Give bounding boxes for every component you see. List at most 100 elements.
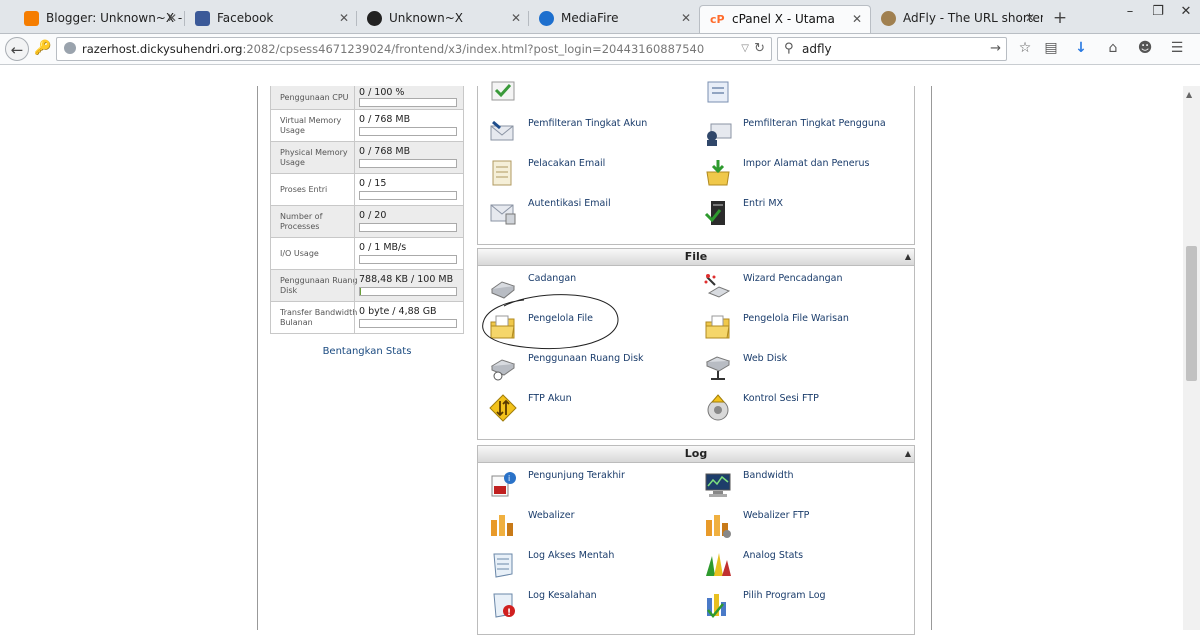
raw-log-icon[interactable] bbox=[488, 550, 518, 580]
bandwidth-monitor-icon[interactable] bbox=[703, 470, 733, 500]
key-icon[interactable]: 🔑 bbox=[34, 40, 51, 56]
close-icon[interactable]: ✕ bbox=[1025, 5, 1035, 32]
menu-icon[interactable]: ☰ bbox=[1168, 40, 1186, 56]
panel-item[interactable]: ! Log Kesalahan bbox=[488, 590, 693, 626]
scrollbar-thumb[interactable] bbox=[1186, 246, 1197, 381]
panel-item[interactable]: FTP Akun bbox=[488, 393, 693, 429]
panel-item[interactable]: Analog Stats bbox=[703, 550, 908, 586]
new-tab-button[interactable]: + bbox=[1050, 5, 1070, 31]
home-icon[interactable]: ⌂ bbox=[1104, 40, 1122, 56]
close-icon[interactable]: ✕ bbox=[511, 5, 521, 32]
reading-list-icon[interactable]: ▤ bbox=[1042, 40, 1060, 56]
panel-item[interactable]: Pilih Program Log bbox=[703, 590, 908, 626]
checkmark-box-icon[interactable] bbox=[488, 78, 518, 108]
panel-item[interactable]: Impor Alamat dan Penerus bbox=[703, 158, 908, 194]
search-go-icon[interactable]: → bbox=[990, 38, 1001, 60]
search-input[interactable]: adfly bbox=[802, 38, 832, 60]
panel-item[interactable]: Kontrol Sesi FTP bbox=[703, 393, 908, 429]
panel-item-label[interactable]: Log Akses Mentah bbox=[528, 550, 614, 561]
tab-cpanel[interactable]: cP cPanel X - Utama ✕ bbox=[699, 5, 871, 33]
minimize-button[interactable]: – bbox=[1116, 1, 1144, 23]
panel-item-label[interactable]: Analog Stats bbox=[743, 550, 803, 561]
panel-item[interactable]: Penggunaan Ruang Disk bbox=[488, 353, 693, 389]
panel-header[interactable]: Log ▲ bbox=[478, 446, 914, 463]
panel-item[interactable]: Entri MX bbox=[703, 198, 908, 234]
panel-item[interactable]: Bandwidth bbox=[703, 470, 908, 506]
panel-item[interactable]: Pelacakan Email bbox=[488, 158, 693, 194]
tab-blogger[interactable]: Blogger: Unknown~X - ... ✕ bbox=[14, 5, 185, 33]
webalizer-icon[interactable] bbox=[488, 510, 518, 540]
mail-filter-icon[interactable] bbox=[488, 118, 518, 148]
tab-adfly[interactable]: AdFly - The URL shorten... ✕ bbox=[871, 5, 1043, 33]
close-icon[interactable]: ✕ bbox=[852, 6, 862, 33]
panel-item-label[interactable]: Bandwidth bbox=[743, 470, 794, 481]
webalizer-ftp-icon[interactable] bbox=[703, 510, 733, 540]
tab-unknown-x[interactable]: Unknown~X ✕ bbox=[357, 5, 529, 33]
panel-item[interactable] bbox=[488, 78, 693, 114]
panel-item-label[interactable]: Autentikasi Email bbox=[528, 198, 611, 209]
collapse-icon[interactable]: ▲ bbox=[905, 249, 911, 265]
panel-item[interactable]: Log Akses Mentah bbox=[488, 550, 693, 586]
panel-item[interactable]: Pengelola File bbox=[488, 313, 693, 349]
close-icon[interactable]: ✕ bbox=[681, 5, 691, 32]
tab-facebook[interactable]: Facebook ✕ bbox=[185, 5, 357, 33]
panel-item[interactable]: Pemfilteran Tingkat Akun bbox=[488, 118, 693, 154]
reload-icon[interactable]: ↻ bbox=[754, 38, 765, 60]
panel-item-label[interactable]: Webalizer bbox=[528, 510, 575, 521]
dropdown-arrow-icon[interactable]: ▽ bbox=[741, 38, 749, 60]
panel-item-label[interactable]: FTP Akun bbox=[528, 393, 572, 404]
import-icon[interactable] bbox=[703, 158, 733, 188]
backup-wizard-icon[interactable] bbox=[703, 273, 733, 303]
panel-item[interactable]: Webalizer FTP bbox=[703, 510, 908, 546]
panel-item-label[interactable]: Pengunjung Terakhir bbox=[528, 470, 625, 481]
panel-item-label[interactable]: Pilih Program Log bbox=[743, 590, 826, 601]
bookmark-star-icon[interactable]: ☆ bbox=[1016, 40, 1034, 56]
panel-item-label[interactable]: Pengelola File bbox=[528, 313, 593, 324]
panel-item-label[interactable]: Penggunaan Ruang Disk bbox=[528, 353, 644, 364]
panel-item[interactable]: Wizard Pencadangan bbox=[703, 273, 908, 309]
restore-button[interactable]: ❐ bbox=[1144, 1, 1172, 23]
back-button[interactable]: ← bbox=[5, 37, 29, 61]
panel-item-label[interactable]: Wizard Pencadangan bbox=[743, 273, 842, 284]
panel-header[interactable]: File ▲ bbox=[478, 249, 914, 266]
expand-stats-link[interactable]: Bentangkan Stats bbox=[270, 346, 464, 357]
user-filter-icon[interactable] bbox=[703, 118, 733, 148]
web-disk-icon[interactable] bbox=[703, 353, 733, 383]
panel-item[interactable]: Webalizer bbox=[488, 510, 693, 546]
chat-icon[interactable]: ☻ bbox=[1136, 40, 1154, 56]
tab-mediafire[interactable]: MediaFire ✕ bbox=[529, 5, 699, 33]
panel-item-label[interactable]: Pelacakan Email bbox=[528, 158, 605, 169]
panel-item-label[interactable]: Pemfilteran Tingkat Pengguna bbox=[743, 118, 886, 129]
panel-item-label[interactable]: Web Disk bbox=[743, 353, 787, 364]
panel-item[interactable]: Pengelola File Warisan bbox=[703, 313, 908, 349]
close-window-button[interactable]: ✕ bbox=[1172, 1, 1200, 23]
disk-usage-icon[interactable] bbox=[488, 353, 518, 383]
ftp-session-icon[interactable] bbox=[703, 393, 733, 423]
panel-item[interactable]: i Pengunjung Terakhir bbox=[488, 470, 693, 506]
address-bar[interactable]: razerhost.dickysuhendri.org:2082/cpsess4… bbox=[56, 37, 772, 61]
visitors-icon[interactable]: i bbox=[488, 470, 518, 500]
panel-item-label[interactable]: Cadangan bbox=[528, 273, 576, 284]
panel-item-label[interactable]: Impor Alamat dan Penerus bbox=[743, 158, 869, 169]
folder-icon[interactable] bbox=[488, 313, 518, 343]
legacy-folder-icon[interactable] bbox=[703, 313, 733, 343]
collapse-icon[interactable]: ▲ bbox=[905, 446, 911, 462]
panel-item-label[interactable]: Pemfilteran Tingkat Akun bbox=[528, 118, 647, 129]
panel-item[interactable]: Autentikasi Email bbox=[488, 198, 693, 234]
url-text[interactable]: razerhost.dickysuhendri.org:2082/cpsess4… bbox=[82, 38, 704, 60]
close-icon[interactable]: ✕ bbox=[167, 5, 177, 32]
panel-item-label[interactable]: Kontrol Sesi FTP bbox=[743, 393, 819, 404]
panel-item-label[interactable]: Pengelola File Warisan bbox=[743, 313, 849, 324]
ftp-icon[interactable] bbox=[488, 393, 518, 423]
email-trace-icon[interactable] bbox=[488, 158, 518, 188]
log-program-icon[interactable] bbox=[703, 590, 733, 620]
analog-stats-icon[interactable] bbox=[703, 550, 733, 580]
vertical-scrollbar[interactable]: ▲ bbox=[1183, 86, 1200, 630]
panel-item-label[interactable]: Webalizer FTP bbox=[743, 510, 809, 521]
error-log-icon[interactable]: ! bbox=[488, 590, 518, 620]
scroll-up-icon[interactable]: ▲ bbox=[1186, 90, 1192, 99]
panel-item-label[interactable]: Log Kesalahan bbox=[528, 590, 597, 601]
search-bar[interactable]: ⚲ adfly → bbox=[777, 37, 1007, 61]
email-auth-icon[interactable] bbox=[488, 198, 518, 228]
mx-server-icon[interactable] bbox=[703, 198, 733, 228]
